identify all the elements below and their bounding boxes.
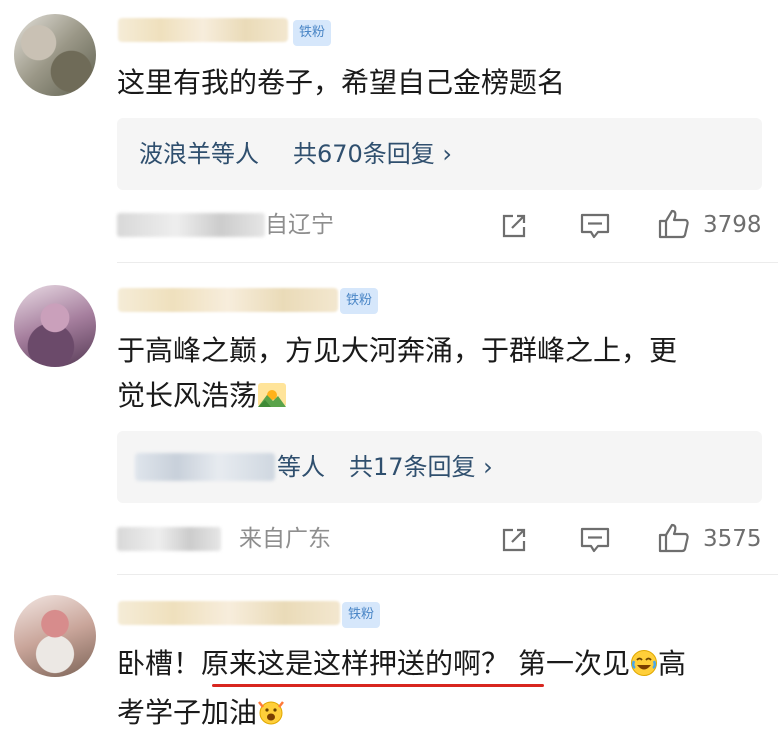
comment-text-start: 卧槽！ bbox=[117, 647, 202, 680]
username-blurred[interactable] bbox=[118, 601, 340, 625]
share-icon[interactable] bbox=[499, 525, 529, 559]
reply-count[interactable]: 共17条回复 › bbox=[349, 431, 493, 503]
comment-meta: 来自广东 3575 bbox=[117, 519, 762, 559]
username-blurred[interactable] bbox=[118, 288, 338, 312]
highlighted-text: 原来这是这样押送的啊？ bbox=[201, 647, 510, 680]
timestamp-blurred bbox=[117, 213, 265, 237]
like-icon[interactable] bbox=[657, 522, 691, 558]
comment-item: 铁粉 于高峰之巅，方见大河奔涌，于群峰之上，更 觉长风浩荡 等人 共17条回复 … bbox=[0, 263, 778, 573]
comment-text-end: 觉长风浩荡 bbox=[117, 379, 258, 412]
comment-text-line: 卧槽！原来这是这样押送的啊？ 第一次见高 bbox=[117, 641, 762, 690]
like-icon[interactable] bbox=[657, 208, 691, 244]
like-count: 3575 bbox=[703, 526, 762, 552]
comment-text-line: 于高峰之巅，方见大河奔涌，于群峰之上，更 bbox=[117, 334, 678, 367]
laugh-cry-emoji bbox=[630, 645, 658, 690]
reply-count[interactable]: 共670条回复 › bbox=[293, 118, 452, 190]
avatar[interactable] bbox=[14, 14, 96, 96]
reply-summary[interactable]: 等人 共17条回复 › bbox=[117, 431, 762, 503]
location-label: 自辽宁 bbox=[265, 212, 334, 238]
avatar[interactable] bbox=[14, 285, 96, 367]
username-blurred[interactable] bbox=[118, 18, 288, 42]
location-label: 来自广东 bbox=[239, 526, 331, 552]
comment-text-line2: 考学子加油 bbox=[117, 696, 258, 729]
comment-text: 卧槽！原来这是这样押送的啊？ 第一次见高 考学子加油 bbox=[117, 641, 762, 739]
reply-users-blurred[interactable] bbox=[135, 453, 275, 481]
cheer-emoji bbox=[257, 694, 285, 739]
comment-meta: 自辽宁 3798 bbox=[117, 205, 762, 245]
sunrise-emoji bbox=[257, 377, 287, 422]
like-count: 3798 bbox=[703, 212, 762, 238]
fan-badge: 铁粉 bbox=[340, 288, 379, 314]
share-icon[interactable] bbox=[499, 211, 529, 245]
comment-icon[interactable] bbox=[579, 525, 611, 559]
comment-item: 铁粉 卧槽！原来这是这样押送的啊？ 第一次见高 考学子加油 bbox=[0, 575, 778, 749]
fan-badge: 铁粉 bbox=[342, 602, 381, 628]
comment-text: 这里有我的卷子，希望自己金榜题名 bbox=[117, 66, 566, 99]
avatar[interactable] bbox=[14, 595, 96, 677]
comment-text-mid: 第一次见 bbox=[517, 647, 630, 680]
fan-badge: 铁粉 bbox=[293, 20, 332, 46]
comment-text-end: 高 bbox=[657, 647, 686, 680]
reply-summary[interactable]: 波浪羊等人 共670条回复 › bbox=[117, 118, 762, 190]
comment-item: 铁粉 这里有我的卷子，希望自己金榜题名 波浪羊等人 共670条回复 › 自辽宁 … bbox=[0, 0, 778, 262]
red-underline bbox=[212, 684, 544, 687]
comment-icon[interactable] bbox=[579, 211, 611, 245]
comment-text-line: 觉长风浩荡 bbox=[117, 373, 762, 422]
comment-text-line: 考学子加油 bbox=[117, 690, 762, 739]
comment-text: 于高峰之巅，方见大河奔涌，于群峰之上，更 觉长风浩荡 bbox=[117, 328, 762, 422]
timestamp-blurred bbox=[117, 527, 221, 551]
reply-users[interactable]: 波浪羊等人 bbox=[139, 118, 259, 190]
reply-users[interactable]: 等人 bbox=[277, 431, 325, 503]
